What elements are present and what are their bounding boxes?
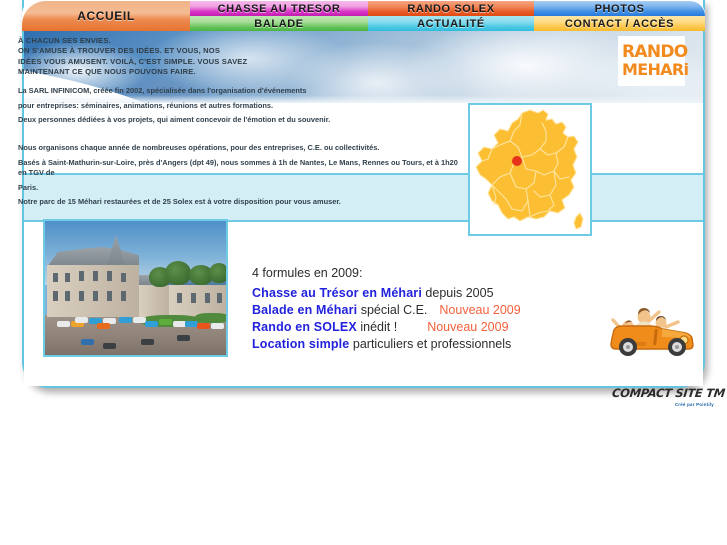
formule-detail: inédit ! [356,320,398,334]
chateau-wing-right [139,283,169,317]
compact-site-credit: Créé par Pointily [674,402,714,407]
parked-car [81,339,94,345]
parked-car [57,321,70,327]
intro-slogan-line: MAINTENANT CE QUE NOUS POUVONS FAIRE. [18,66,196,76]
compact-site-brand: COMPACT SITE TM [611,386,726,400]
nav-item-rando-solex[interactable]: RANDO SOLEX [368,1,534,16]
parked-car [159,319,172,325]
formule-detail: depuis 2005 [421,286,494,300]
page-root: ACCUEIL CHASSE AU TRESOR BALADE RANDO SO… [0,0,727,545]
formule-badge-new: Nouveau 2009 [439,303,521,317]
parked-car [177,335,190,341]
intro-line: pour entreprises: séminaires, animations… [18,100,274,110]
intro-line: Deux personnes dédiées à vos projets, qu… [18,115,331,124]
intro-slogan-line: ON S'AMUSE À TROUVER DES IDÉES. ET VOUS,… [18,46,221,56]
mehari-car-clipart [610,308,694,356]
formule-row[interactable]: Chasse au Trésor en Méhari depuis 2005 [252,285,582,302]
window [107,271,112,281]
window [65,291,70,301]
intro-slogan-line: À CHACUN SES ENVIES. [18,36,111,45]
intro-line: Nous organisons chaque année de nombreus… [18,143,380,153]
window [107,291,112,301]
window [93,291,98,301]
intro-line: Paris. [18,182,39,192]
window [53,273,58,282]
formule-detail: particuliers et professionnels [349,337,512,351]
intro-text-block: À CHACUN SES ENVIES. ON S'AMUSE À TROUVE… [18,36,458,211]
nav-item-accueil[interactable]: ACCUEIL [22,1,190,31]
formules-block: 4 formules en 2009: Chasse au Trésor en … [252,266,582,353]
parked-car [145,321,158,327]
main-navigation: ACCUEIL CHASSE AU TRESOR BALADE RANDO SO… [0,0,727,31]
window [205,293,210,303]
formule-title: Balade en Méhari [252,303,358,317]
intro-line: Notre parc de 15 Méhari restaurées et de… [18,197,341,207]
intro-paragraph-company: La SARL INFINICOM, créée fin 2002, spéci… [18,86,458,125]
tree [165,261,191,285]
window [177,293,182,303]
france-map[interactable] [468,103,592,236]
nav-item-actualite[interactable]: ACTUALITÉ [368,16,534,31]
compact-site-logo[interactable]: COMPACT SITE TM Créé par Pointily [611,386,726,418]
intro-line: La SARL INFINICOM, créée fin 2002, spéci… [18,86,307,96]
window [191,293,196,303]
intro-spacer [18,129,458,143]
formule-row[interactable]: Rando en SOLEX inédit ! Nouveau 2009 [252,319,582,336]
corsica-shape [573,212,584,230]
tree [209,263,226,283]
formules-heading: 4 formules en 2009: [252,266,363,280]
intro-slogan: À CHACUN SES ENVIES. ON S'AMUSE À TROUVE… [18,36,458,77]
formule-badge-new: Nouveau 2009 [427,320,509,334]
nav-item-balade[interactable]: BALADE [190,16,368,31]
france-map-svg [475,109,584,230]
nav-item-chasse-au-tresor[interactable]: CHASSE AU TRESOR [190,1,368,16]
parked-car [75,317,88,323]
intro-paragraph-location: Nous organisons chaque année de nombreus… [18,143,458,207]
nav-item-contact-acces[interactable]: CONTACT / ACCÈS [534,16,705,31]
parked-car [103,343,116,349]
formule-row[interactable]: Location simple particuliers et professi… [252,336,582,353]
window [53,291,58,301]
logo-line-mehari: MEHARi [622,60,689,79]
parked-car [141,339,154,345]
formule-title: Chasse au Trésor en Méhari [252,286,422,300]
logo-line-rando: RANDO [622,42,688,62]
parked-car [197,323,210,329]
formule-detail: spécial C.E. [357,303,428,317]
intro-slogan-line: IDÉES VOUS AMUSENT. VOILÀ, C'EST SIMPLE.… [18,56,248,66]
formule-row[interactable]: Balade en Méhari spécial C.E. Nouveau 200… [252,302,582,319]
chateau-photo[interactable] [43,219,228,357]
window [79,271,84,281]
window [121,273,126,282]
window [79,291,84,301]
intro-line: Basés à Saint-Mathurin-sur-Loire, près d… [18,157,458,178]
window [217,293,222,303]
formule-title: Rando en SOLEX [252,320,357,334]
parked-car [97,323,110,329]
lawn [195,313,226,323]
window [93,271,98,281]
nav-item-photos[interactable]: PHOTOS [534,1,705,16]
rando-mehari-logo[interactable]: RANDO MEHARi [618,36,689,86]
parked-car [211,323,224,329]
parked-car [119,317,132,323]
window [121,291,126,301]
formule-title: Location simple [252,337,350,351]
location-marker-icon [512,156,522,166]
window [65,273,70,282]
